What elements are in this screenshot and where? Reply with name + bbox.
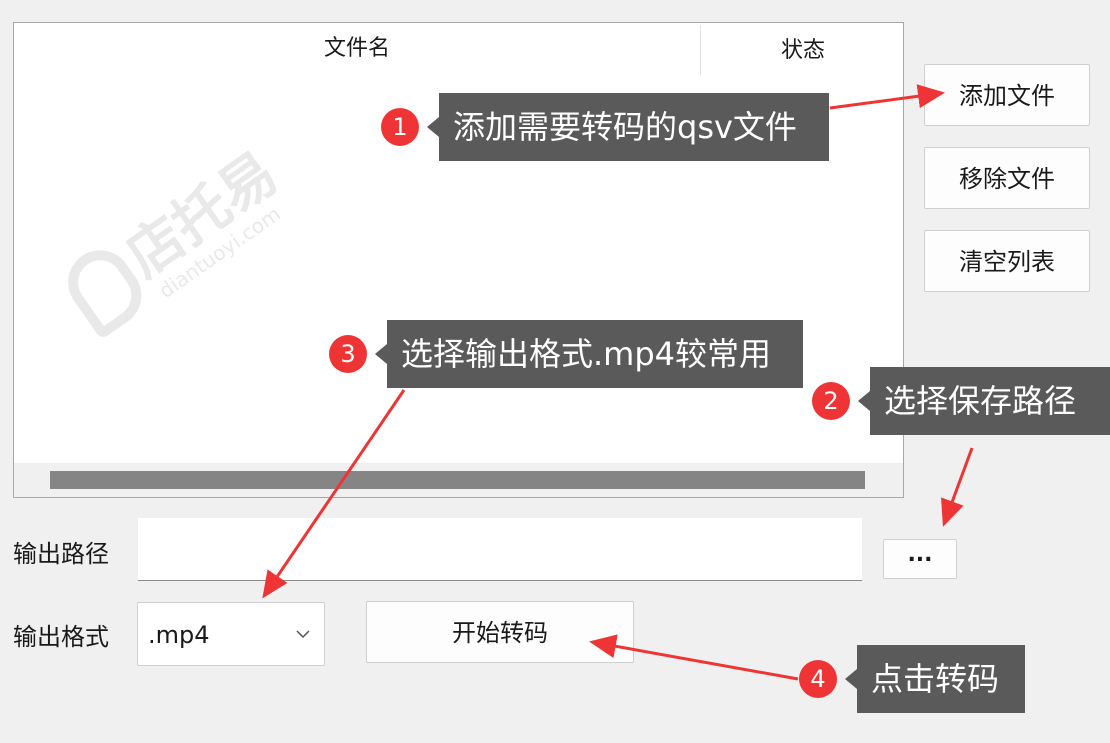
watermark-subtext: diantuoyi.com [154, 201, 285, 303]
arrow-2 [941, 447, 974, 527]
output-format-select[interactable]: .mp4 [137, 602, 325, 666]
chevron-down-icon [296, 630, 310, 639]
annotation-callout-3: 选择输出格式.mp4较常用 [375, 320, 803, 388]
watermark-text: 店托易 [114, 140, 290, 291]
annotation-callout-1: 添加需要转码的qsv文件 [427, 93, 829, 161]
annotation-badge-3: 3 [329, 335, 367, 373]
annotation-badge-4: 4 [799, 660, 837, 698]
annotation-badge-1: 1 [381, 108, 419, 146]
annotation-text-1: 添加需要转码的qsv文件 [453, 108, 797, 146]
horizontal-scrollbar[interactable] [14, 463, 903, 497]
output-path-label: 输出路径 [13, 540, 109, 568]
annotation-text-2: 选择保存路径 [884, 382, 1077, 420]
annotation-badge-2: 2 [812, 382, 850, 420]
output-path-input[interactable] [138, 518, 862, 581]
remove-file-button[interactable]: 移除文件 [924, 147, 1090, 209]
annotation-text-4: 点击转码 [871, 660, 1000, 698]
annotation-callout-2: 选择保存路径 [858, 367, 1110, 435]
annotation-callout-4: 点击转码 [845, 645, 1025, 713]
annotation-text-3: 选择输出格式.mp4较常用 [401, 335, 772, 373]
browse-button[interactable]: ... [883, 539, 957, 579]
clear-list-button[interactable]: 清空列表 [924, 230, 1090, 292]
start-convert-button[interactable]: 开始转码 [366, 601, 634, 663]
format-selected-value: .mp4 [148, 621, 210, 649]
scrollbar-thumb[interactable] [50, 471, 865, 489]
watermark: 店托易 diantuoyi.com [44, 120, 344, 405]
output-format-label: 输出格式 [13, 623, 109, 651]
column-header-filename[interactable]: 文件名 [14, 23, 700, 71]
watermark-logo-icon [55, 237, 154, 341]
column-header-status[interactable]: 状态 [700, 25, 905, 75]
add-file-button[interactable]: 添加文件 [924, 64, 1090, 126]
